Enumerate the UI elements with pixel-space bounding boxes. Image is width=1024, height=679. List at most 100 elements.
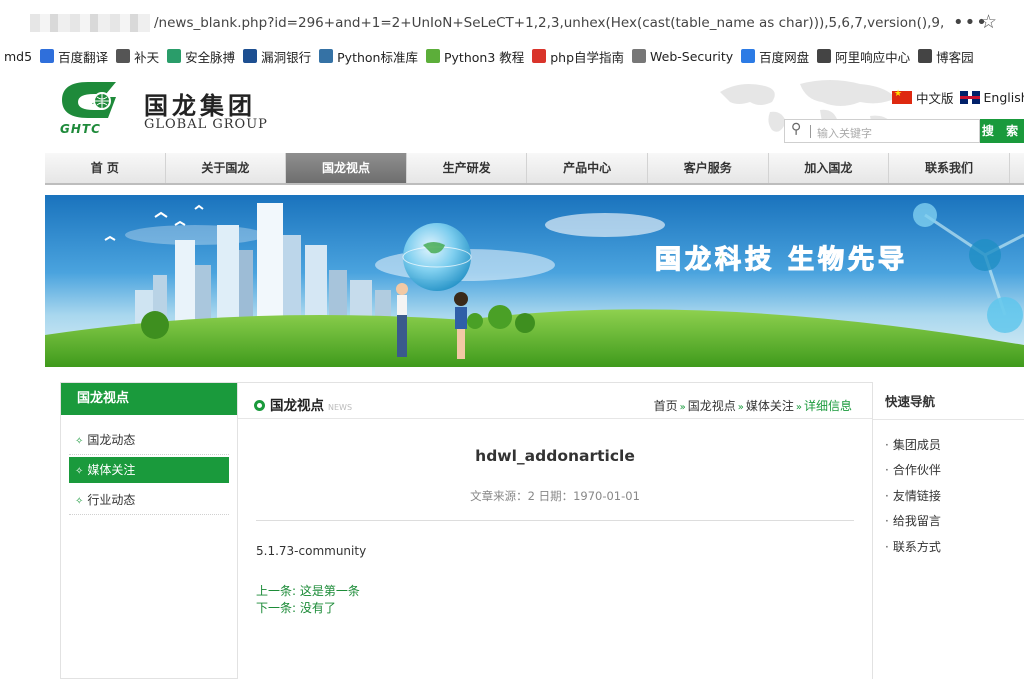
article-body: 5.1.73-community	[256, 544, 367, 558]
search-input[interactable]: ⚲ 输入关键字	[784, 119, 980, 143]
site-search: ⚲ 输入关键字 搜 索	[784, 119, 1024, 143]
quick-nav-label: 集团成员	[892, 438, 941, 452]
search-icon: ⚲	[791, 121, 802, 137]
nav-item[interactable]: 国龙视点	[286, 153, 407, 183]
logo-chinese-name: 国龙集团	[144, 91, 256, 120]
section-title: 国龙视点 NEWS	[254, 394, 352, 414]
bookmark-item[interactable]: 安全脉搏	[167, 47, 235, 66]
china-flag-icon	[892, 89, 912, 104]
tool-icon	[632, 49, 647, 63]
address-bar-text[interactable]: /news_blank.php?id=296+and+1=2+UnIoN+SeL…	[154, 15, 944, 31]
bookmark-item[interactable]: Python3 教程	[425, 47, 524, 66]
quick-nav-list: · 集团成员 · 合作伙伴 · 友情链接 · 给我留言 · 联系方式	[873, 420, 1024, 563]
bookmark-item[interactable]: 阿里响应中心	[817, 47, 910, 66]
logo-abbreviation: GHTC	[60, 122, 101, 136]
breadcrumb-item[interactable]: 详细信息	[804, 399, 852, 413]
globe-icon	[817, 49, 832, 63]
search-divider	[810, 125, 811, 138]
breadcrumb-item[interactable]: 国龙视点	[688, 399, 736, 413]
cloud-icon	[741, 49, 756, 63]
quick-nav-item[interactable]: · 给我留言	[885, 512, 1024, 537]
redacted-url-segment	[30, 14, 150, 32]
php-icon	[532, 49, 547, 63]
lang-english-link[interactable]: English	[984, 90, 1024, 105]
sidebar-item[interactable]: ✧ 行业动态	[69, 485, 229, 515]
bookmark-label: 阿里响应中心	[835, 49, 911, 65]
address-bar[interactable]: /news_blank.php?id=296+and+1=2+UnIoN+SeL…	[30, 10, 944, 36]
prev-article-link[interactable]: 上一条: 这是第一条	[256, 582, 360, 599]
quick-nav-bullet-icon: ·	[885, 438, 889, 452]
bookmark-star-icon[interactable]: ☆	[980, 11, 997, 33]
breadcrumb: 首页» 国龙视点» 媒体关注» 详细信息	[654, 397, 852, 414]
quick-nav-item[interactable]: · 集团成员	[885, 436, 1024, 461]
banner-slogan: 国龙科技 生物先导	[655, 245, 908, 275]
nav-item[interactable]: 关于国龙	[166, 153, 287, 183]
bookmark-label: Web-Security	[650, 48, 734, 64]
shield-icon	[167, 49, 182, 63]
bookmark-label: 百度网盘	[759, 49, 810, 65]
breadcrumb-separator-icon: »	[679, 402, 686, 413]
quick-nav-label: 合作伙伴	[892, 463, 941, 478]
section-title-text: 国龙视点	[270, 398, 324, 414]
breadcrumb-item[interactable]: 首页	[654, 399, 678, 413]
bookmarks-bar: md5 百度翻译 补天 安全脉搏 漏洞银行 Python标准库 Python3 教程 php自…	[0, 44, 1024, 68]
bookmark-label: php自学指南	[550, 49, 625, 65]
next-article-link[interactable]: 下一条: 没有了	[256, 599, 336, 616]
sidebar-item-label: 媒体关注	[87, 463, 136, 477]
quick-nav-item[interactable]: · 联系方式	[885, 538, 1024, 563]
sidebar-item[interactable]: ✧ 国龙动态	[69, 425, 229, 455]
bookmark-item[interactable]: md5	[4, 49, 32, 64]
quick-nav-bullet-icon: ·	[885, 539, 889, 554]
quick-nav-label: 给我留言	[892, 514, 941, 529]
breadcrumb-separator-icon: »	[737, 402, 744, 413]
nav-item[interactable]: 首 页	[45, 153, 166, 183]
bookmark-label: 漏洞银行	[261, 49, 312, 65]
bookmark-item[interactable]: 百度网盘	[741, 47, 809, 66]
nav-item[interactable]: 加入国龙	[769, 153, 890, 183]
runoob-icon	[425, 49, 440, 63]
sidebar-bullet-icon: ✧	[75, 466, 84, 477]
bookmark-label: 百度翻译	[58, 49, 109, 65]
main-content: 国龙视点 NEWS 首页» 国龙视点» 媒体关注» 详细信息 hdwl_addonart…	[238, 382, 872, 679]
bookmark-item[interactable]: Python标准库	[319, 47, 418, 66]
sidebar-item[interactable]: ✧ 媒体关注	[69, 457, 229, 483]
translate-icon	[40, 49, 55, 63]
banner-illustration: 国龙科技 生物先导	[45, 203, 1024, 367]
browser-toolbar: /news_blank.php?id=296+and+1=2+UnIoN+SeL…	[0, 0, 1024, 44]
quick-nav-bullet-icon: ·	[885, 514, 889, 529]
quick-nav-bullet-icon: ·	[885, 488, 889, 503]
nav-item[interactable]: 联系我们	[889, 153, 1010, 183]
sidebar-menu: ✧ 国龙动态 ✧ 媒体关注 ✧ 行业动态	[61, 415, 237, 515]
bookmark-item[interactable]: 百度翻译	[40, 47, 108, 66]
main-nav: 首 页关于国龙 国龙视点 生产研发 产品中心 客户服务 加入国龙 联系我们	[45, 153, 1024, 185]
bookmark-item[interactable]: php自学指南	[532, 47, 624, 66]
lang-chinese-link[interactable]: 中文版	[916, 88, 954, 107]
star-icon	[116, 49, 131, 63]
quick-nav-item[interactable]: · 合作伙伴	[885, 461, 1024, 486]
nav-item[interactable]: 产品中心	[527, 153, 648, 183]
logo-english-name: GLOBAL GROUP	[144, 117, 268, 132]
ghtc-logo-icon	[62, 82, 116, 118]
bookmark-label: 安全脉搏	[185, 49, 236, 65]
article-divider	[256, 520, 854, 521]
bookmark-item[interactable]: 博客园	[918, 47, 974, 66]
bookmark-item[interactable]: Web-Security	[632, 49, 733, 64]
left-sidebar: 国龙视点 ✧ 国龙动态 ✧ 媒体关注 ✧ 行业动态	[60, 382, 238, 679]
sidebar-title: 国龙视点	[61, 383, 237, 415]
section-bullet-icon	[254, 400, 265, 411]
uk-flag-icon	[959, 91, 980, 104]
bookmark-item[interactable]: 漏洞银行	[243, 47, 311, 66]
search-placeholder: 输入关键字	[817, 127, 872, 140]
article-meta: 文章来源：2 日期：1970-01-01	[470, 489, 640, 503]
bookmark-label: Python标准库	[337, 49, 418, 65]
book-icon	[243, 49, 258, 63]
bookmark-item[interactable]: 补天	[116, 47, 159, 66]
content-header: 国龙视点 NEWS 首页» 国龙视点» 媒体关注» 详细信息	[238, 383, 872, 419]
bookmark-label: 补天	[134, 49, 160, 65]
search-button[interactable]: 搜 索	[980, 119, 1024, 143]
nav-item[interactable]: 客户服务	[648, 153, 769, 183]
quick-nav-label: 友情链接	[892, 488, 941, 503]
quick-nav-item[interactable]: · 友情链接	[885, 487, 1024, 512]
breadcrumb-item[interactable]: 媒体关注	[746, 399, 794, 413]
nav-item[interactable]: 生产研发	[407, 153, 528, 183]
